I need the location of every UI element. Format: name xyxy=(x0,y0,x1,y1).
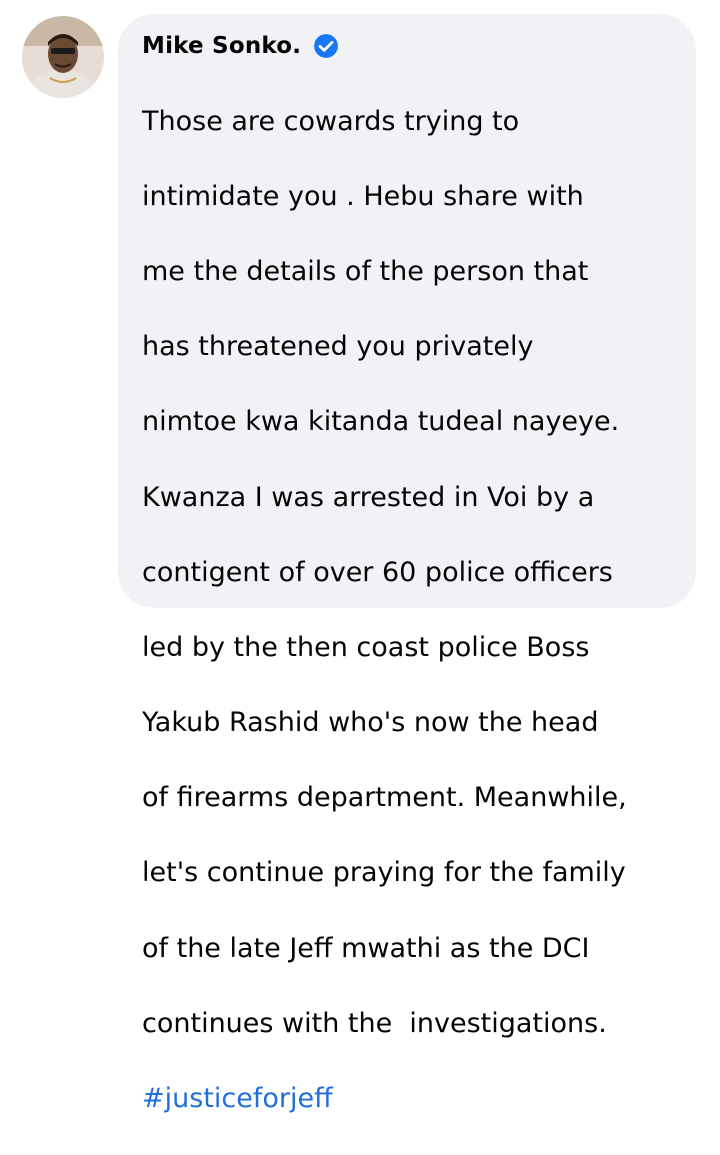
comment-line: contigent of over 60 police officers xyxy=(142,556,613,588)
comment-line: Kwanza I was arrested in Voi by a xyxy=(142,481,595,513)
comment-line: led by the then coast police Boss xyxy=(142,631,590,663)
comment-line: intimidate you . Hebu share with xyxy=(142,180,584,212)
comment-line: Yakub Rashid who's now the head xyxy=(142,707,599,739)
avatar-image xyxy=(22,16,104,98)
verified-badge-icon xyxy=(313,33,339,59)
author-avatar[interactable] xyxy=(22,16,104,98)
comment-line: Those are cowards trying to xyxy=(142,105,520,137)
author-name[interactable]: Mike Sonko. xyxy=(142,33,301,59)
comment-bubble: Mike Sonko. Those are cowards trying to … xyxy=(118,14,696,1114)
comment-line: of the late Jeff mwathi as the DCI xyxy=(142,932,590,964)
comment-text: Those are cowards trying to intimidate y… xyxy=(142,65,682,1155)
comment-line: me the details of the person that xyxy=(142,255,589,287)
comment-line: continues with the investigations. xyxy=(142,1007,607,1039)
hashtag-link[interactable]: #justiceforjeff xyxy=(142,1080,682,1118)
comment-line: let's continue praying for the family xyxy=(142,857,626,889)
comment-line: of firearms department. Meanwhile, xyxy=(142,782,627,814)
author-row: Mike Sonko. xyxy=(142,28,672,64)
comment-line: nimtoe kwa kitanda tudeal nayeye. xyxy=(142,406,620,438)
comment-line: has threatened you privately xyxy=(142,331,534,363)
